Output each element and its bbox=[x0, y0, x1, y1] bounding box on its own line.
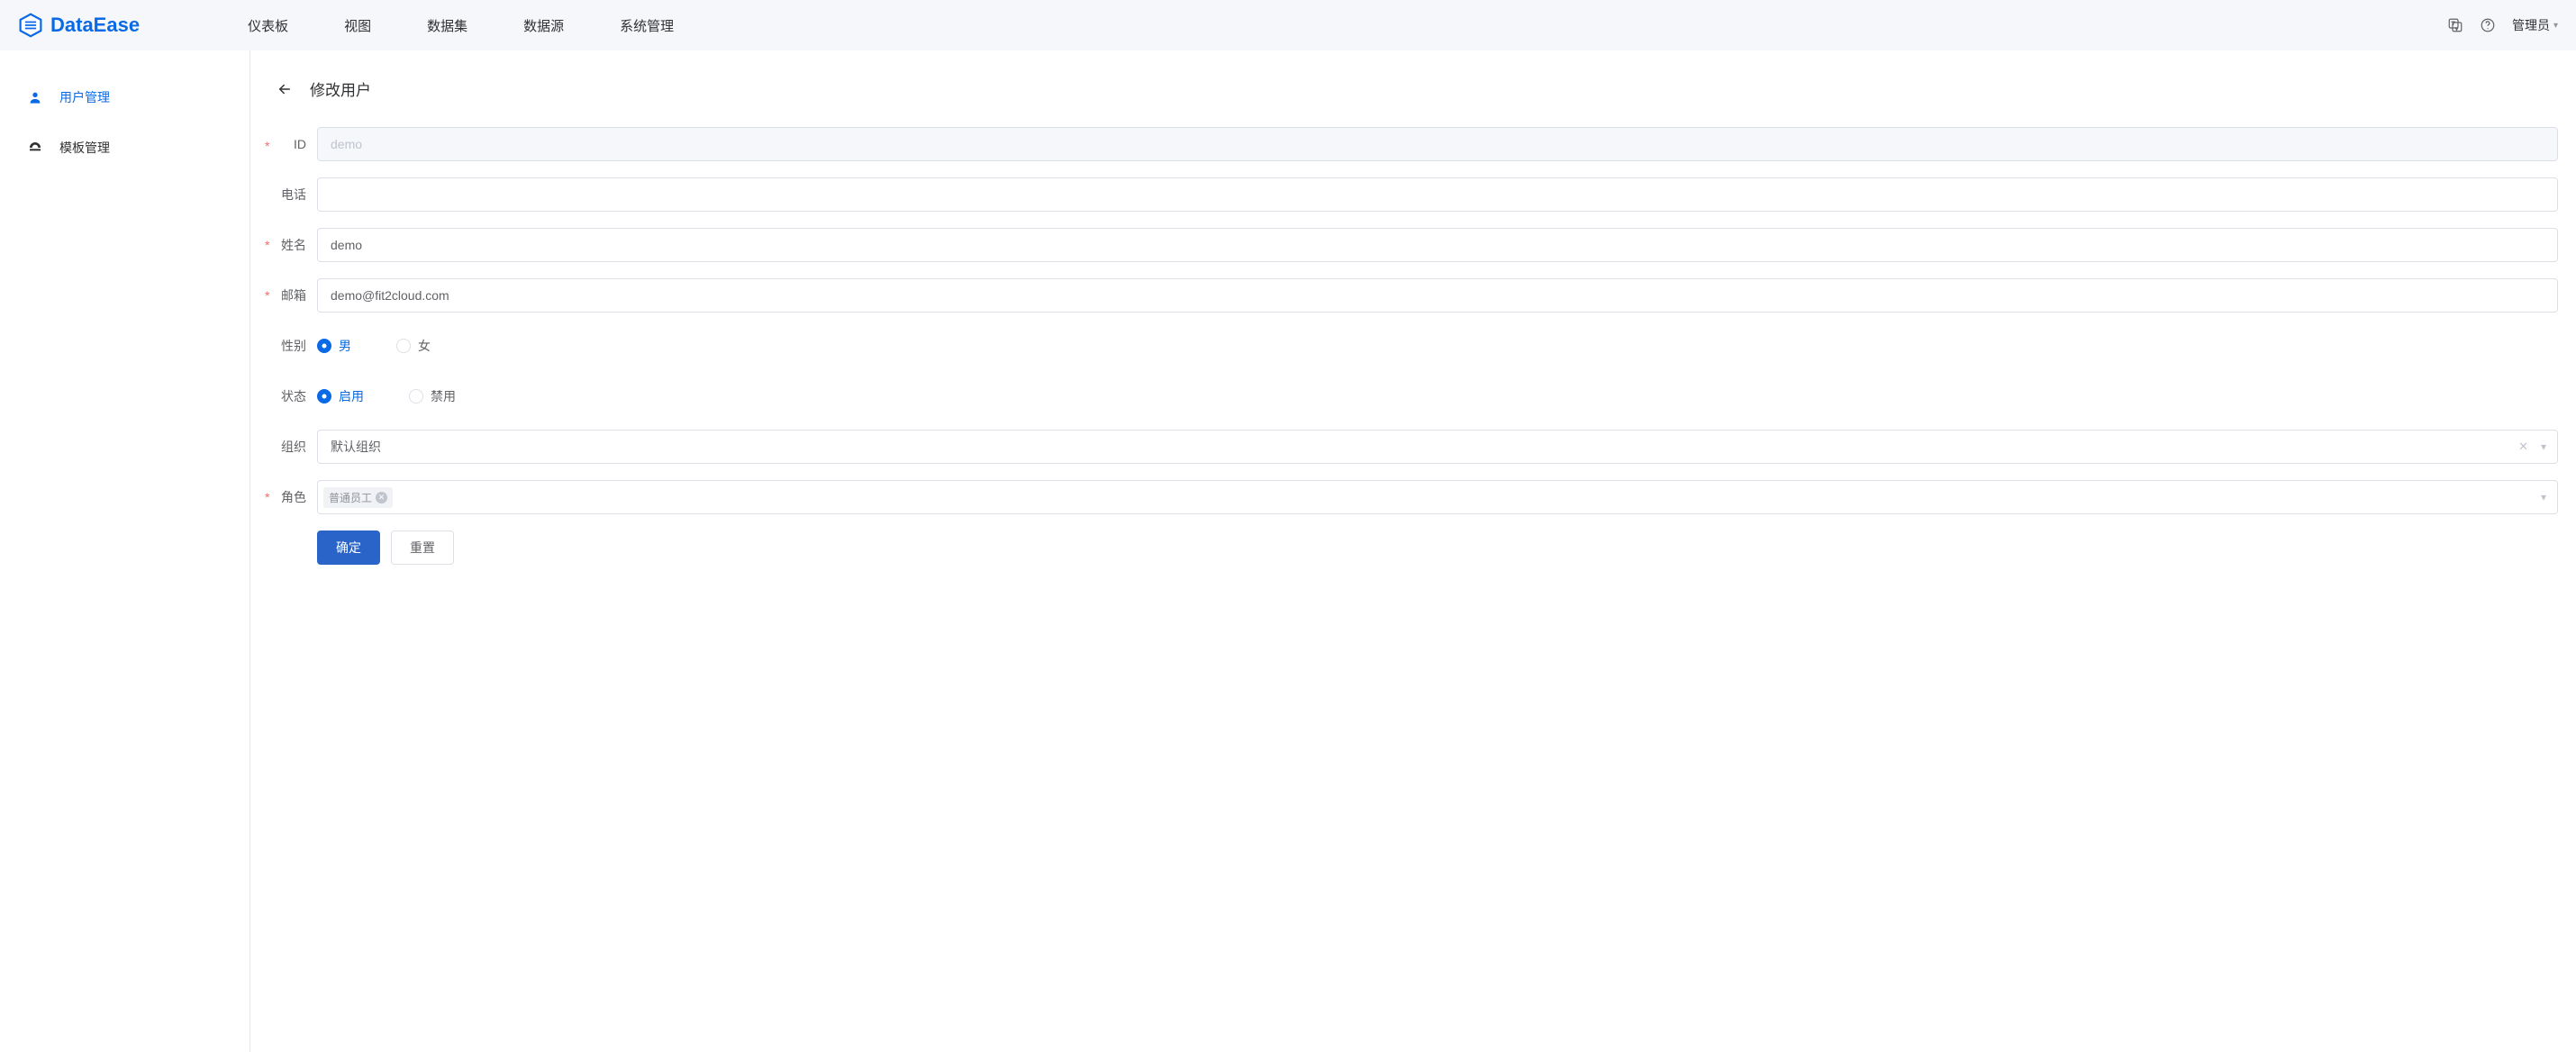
user-icon bbox=[27, 90, 43, 104]
brand-logo-icon bbox=[18, 13, 43, 38]
label-name: 姓名 bbox=[268, 236, 317, 254]
role-tag: 普通员工 ✕ bbox=[323, 487, 393, 508]
reset-button[interactable]: 重置 bbox=[391, 531, 454, 565]
edit-user-form: ID 电话 姓名 邮箱 bbox=[268, 127, 2558, 565]
gender-radio-group: 男 女 bbox=[317, 329, 2558, 363]
radio-dot-icon bbox=[396, 339, 411, 353]
radio-dot-icon bbox=[317, 339, 331, 353]
org-select-value: 默认组织 bbox=[331, 438, 381, 456]
nav-item-view[interactable]: 视图 bbox=[344, 16, 371, 35]
radio-dot-icon bbox=[409, 389, 423, 404]
label-phone: 电话 bbox=[268, 186, 317, 204]
label-status: 状态 bbox=[268, 387, 317, 405]
id-field bbox=[317, 127, 2558, 161]
radio-label: 男 bbox=[339, 337, 351, 355]
nav-item-datasource[interactable]: 数据源 bbox=[523, 16, 564, 35]
page-title: 修改用户 bbox=[310, 77, 371, 100]
sidebar: 用户管理 模板管理 bbox=[0, 50, 250, 1052]
nav-item-dashboard[interactable]: 仪表板 bbox=[248, 16, 288, 35]
back-button[interactable] bbox=[274, 78, 295, 100]
brand-logo[interactable]: DataEase bbox=[18, 13, 140, 38]
nav-item-system[interactable]: 系统管理 bbox=[620, 16, 674, 35]
name-field[interactable] bbox=[317, 228, 2558, 262]
chevron-down-icon: ▾ bbox=[2541, 491, 2546, 503]
radio-label: 禁用 bbox=[431, 387, 456, 405]
gender-radio-female[interactable]: 女 bbox=[396, 337, 431, 355]
clear-icon[interactable]: ✕ bbox=[2518, 440, 2528, 454]
help-icon[interactable] bbox=[2480, 17, 2496, 33]
page-header: 修改用户 bbox=[268, 77, 2558, 100]
topnav: DataEase 仪表板 视图 数据集 数据源 系统管理 管理员 ▾ bbox=[0, 0, 2576, 50]
dashboard-icon bbox=[27, 141, 43, 155]
label-org: 组织 bbox=[268, 438, 317, 456]
form-actions: 确定 重置 bbox=[317, 531, 2558, 565]
tag-close-icon[interactable]: ✕ bbox=[376, 492, 387, 503]
radio-label: 启用 bbox=[339, 387, 364, 405]
org-select[interactable]: 默认组织 ✕ ▾ bbox=[317, 430, 2558, 464]
label-id: ID bbox=[268, 137, 317, 151]
sidebar-item-templates[interactable]: 模板管理 bbox=[0, 122, 249, 173]
language-icon[interactable] bbox=[2447, 17, 2463, 33]
email-field[interactable] bbox=[317, 278, 2558, 313]
submit-button[interactable]: 确定 bbox=[317, 531, 380, 565]
status-radio-enabled[interactable]: 启用 bbox=[317, 387, 364, 405]
chevron-down-icon: ▾ bbox=[2553, 21, 2558, 31]
label-role: 角色 bbox=[268, 488, 317, 506]
main-content: 修改用户 ID 电话 姓名 bbox=[250, 50, 2576, 1052]
gender-radio-male[interactable]: 男 bbox=[317, 337, 351, 355]
sidebar-item-label: 用户管理 bbox=[59, 88, 110, 106]
role-tag-label: 普通员工 bbox=[329, 490, 372, 505]
chevron-down-icon: ▾ bbox=[2541, 440, 2546, 453]
topnav-menu: 仪表板 视图 数据集 数据源 系统管理 bbox=[248, 16, 674, 35]
arrow-left-icon bbox=[277, 81, 293, 97]
brand-name: DataEase bbox=[50, 14, 140, 37]
sidebar-item-label: 模板管理 bbox=[59, 139, 110, 157]
radio-label: 女 bbox=[418, 337, 431, 355]
sidebar-item-users[interactable]: 用户管理 bbox=[0, 72, 249, 122]
nav-item-dataset[interactable]: 数据集 bbox=[427, 16, 467, 35]
status-radio-group: 启用 禁用 bbox=[317, 379, 2558, 413]
user-dropdown[interactable]: 管理员 ▾ bbox=[2512, 16, 2558, 34]
label-gender: 性别 bbox=[268, 337, 317, 355]
phone-field[interactable] bbox=[317, 177, 2558, 212]
label-email: 邮箱 bbox=[268, 286, 317, 304]
topnav-right: 管理员 ▾ bbox=[2447, 16, 2558, 34]
role-select[interactable]: 普通员工 ✕ ▾ bbox=[317, 480, 2558, 514]
radio-dot-icon bbox=[317, 389, 331, 404]
status-radio-disabled[interactable]: 禁用 bbox=[409, 387, 456, 405]
user-dropdown-label: 管理员 bbox=[2512, 16, 2550, 34]
